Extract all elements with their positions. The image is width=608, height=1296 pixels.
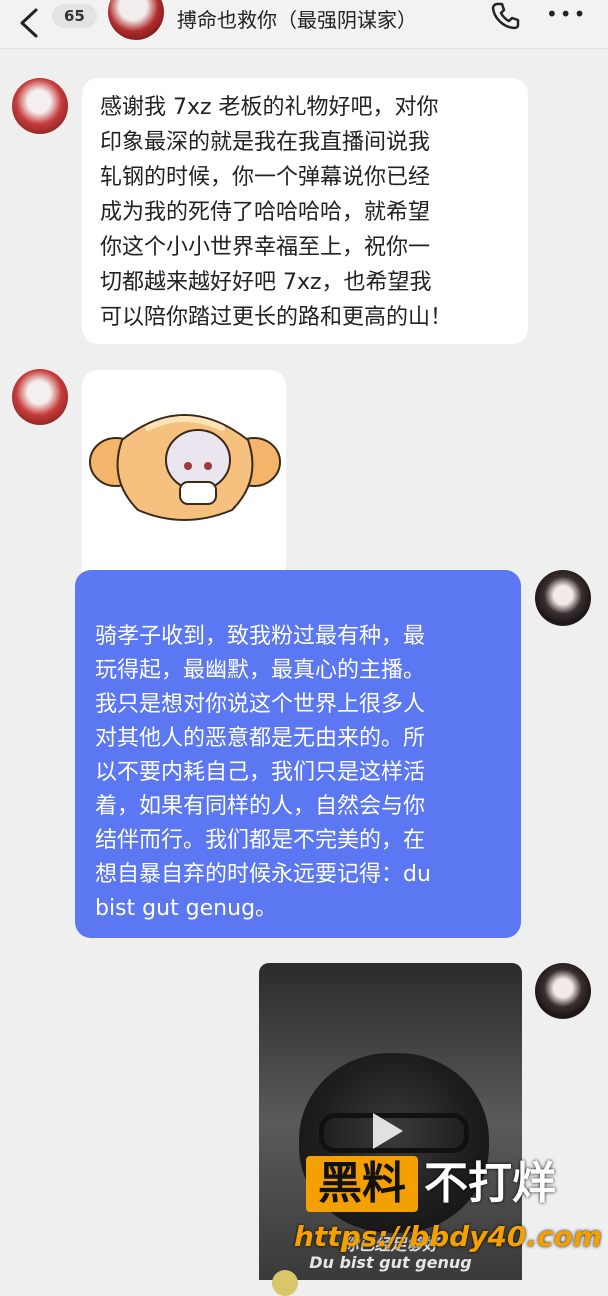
play-icon[interactable]: [373, 1113, 403, 1149]
watermark-url: https://bbdy40.com: [294, 1220, 602, 1253]
message-bubble-right[interactable]: 骑孝子收到，致我粉过最有种，最 玩得起，最幽默，最真心的主播。 我只是想对你说这…: [75, 570, 521, 938]
chat-title: 搏命也救你（最强阴谋家）: [177, 4, 417, 33]
message-line: 对其他人的恶意都是无由来的。所: [95, 722, 501, 756]
small-avatar: [272, 1270, 298, 1296]
message-line: 结伴而行。我们都是不完美的，在: [95, 824, 501, 858]
message-line: 轧钢的时候，你一个弹幕说你已经: [100, 160, 512, 195]
chat-header: 65 搏命也救你（最强阴谋家） •••: [0, 0, 608, 49]
message-line: 成为我的死侍了哈哈哈哈，就希望: [100, 195, 512, 230]
sender-avatar[interactable]: [12, 78, 68, 134]
message-line: 切都越来越好好吧 7xz，也希望我: [100, 265, 512, 300]
message-line: 可以陪你踏过更长的路和更高的山！: [100, 300, 512, 335]
message-line: 你这个小小世界幸福至上，祝你一: [100, 230, 512, 265]
unread-count-badge[interactable]: 65: [52, 4, 97, 28]
watermark: 黑料 不打烊 https://bbdy40.com: [306, 1156, 591, 1266]
message-bubble-left[interactable]: 感谢我 7xz 老板的礼物好吧，对你 印象最深的就是我在我直播间说我 轧钢的时候…: [82, 78, 528, 344]
message-line: bist gut genug。: [95, 892, 501, 926]
message-line: 我只是想对你说这个世界上很多人: [95, 688, 501, 722]
message-line: 印象最深的就是我在我直播间说我: [100, 125, 512, 160]
sticker-message[interactable]: [82, 370, 286, 588]
message-line: 感谢我 7xz 老板的礼物好吧，对你: [100, 90, 512, 125]
watermark-logo-box: 黑料: [306, 1156, 418, 1212]
my-avatar[interactable]: [535, 963, 591, 1019]
sender-avatar[interactable]: [12, 369, 68, 425]
my-avatar[interactable]: [535, 570, 591, 626]
message-line: 玩得起，最幽默，最真心的主播。: [95, 654, 501, 688]
contact-avatar[interactable]: [108, 0, 164, 40]
watermark-text: 不打烊: [424, 1156, 556, 1212]
chevron-left-icon[interactable]: [14, 6, 46, 40]
message-line: 以不要内耗自己，我们只是这样活: [95, 756, 501, 790]
message-line: 着，如果有同样的人，自然会与你: [95, 790, 501, 824]
croissant-sticker-icon: [82, 370, 286, 588]
message-line: 骑孝子收到，致我粉过最有种，最: [95, 620, 501, 654]
phone-icon[interactable]: [489, 0, 521, 32]
message-line: 想自暴自弃的时候永远要记得：du: [95, 858, 501, 892]
